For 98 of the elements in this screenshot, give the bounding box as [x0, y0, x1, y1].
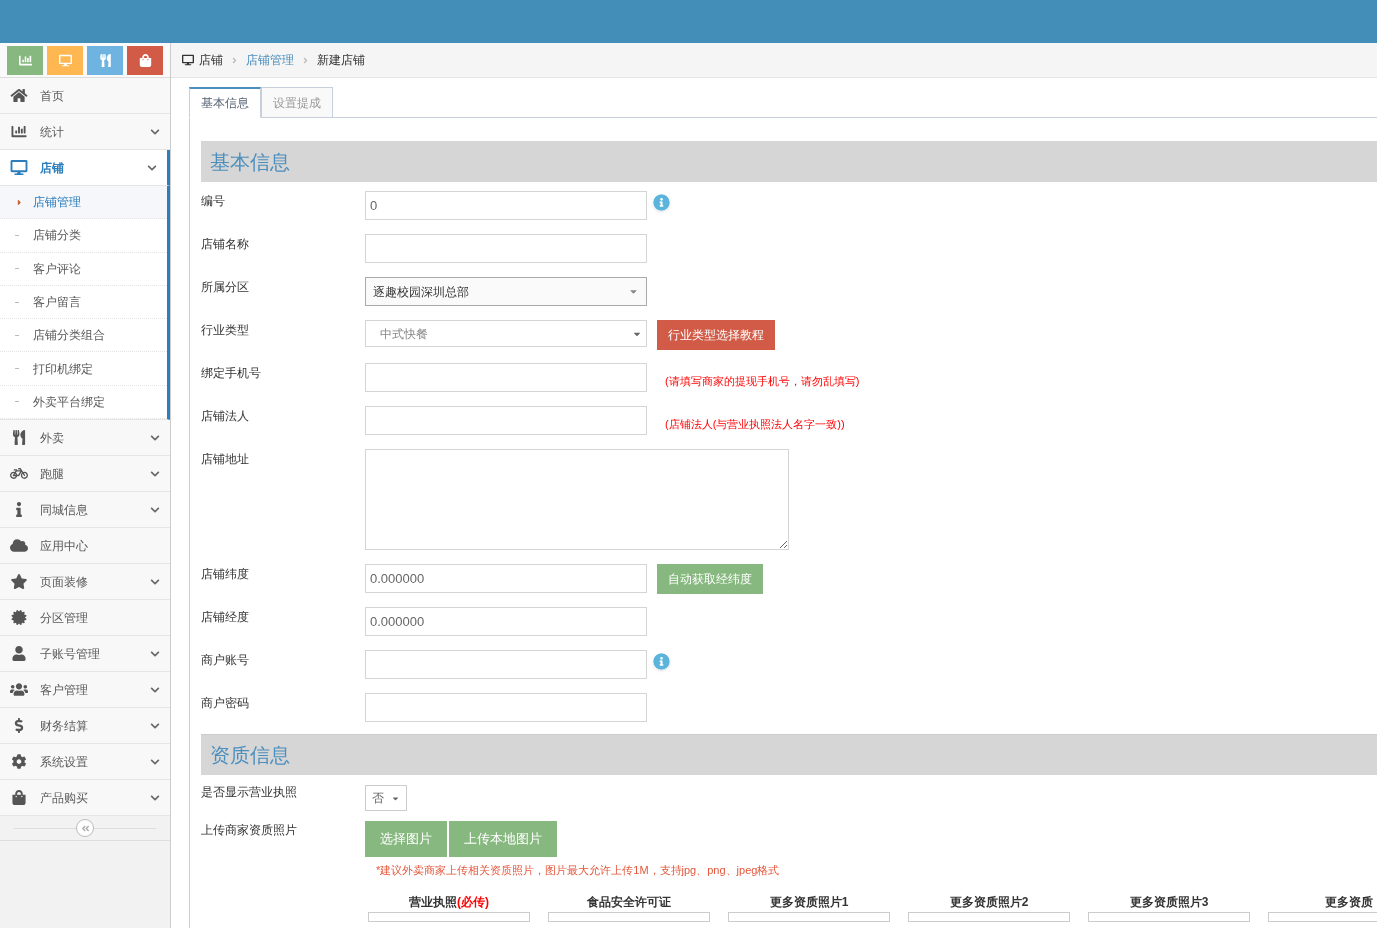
field-label: 店铺法人 — [201, 408, 250, 425]
chevron-icon — [147, 162, 157, 173]
submenu-item[interactable]: 打印机绑定 — [0, 352, 167, 386]
photo-label: 营业执照(必传) — [409, 893, 489, 911]
text-input[interactable] — [365, 693, 647, 722]
chevron-icon — [150, 126, 160, 137]
field-label: 是否显示营业执照 — [201, 784, 298, 801]
field-label: 商户密码 — [201, 695, 250, 712]
user-icon — [10, 646, 28, 662]
photo-label: 更多资质照片3 — [1129, 893, 1209, 911]
upload-note: *建议外卖商家上传相关资质照片，图片最大允许上传1M，支持jpg、png、jpeg格式 — [376, 863, 780, 878]
users-icon — [10, 682, 28, 698]
nav-item[interactable]: 系统设置 — [0, 744, 170, 781]
submenu-item[interactable]: 店铺分类 — [0, 219, 167, 253]
collapse-sidebar-button[interactable] — [76, 819, 94, 838]
bag-shortcut-button[interactable] — [127, 45, 163, 75]
chevron-icon — [150, 756, 160, 767]
chevron-icon — [150, 792, 160, 803]
hint-text: (请填写商家的提现手机号，请勿乱填写) — [665, 374, 860, 389]
bag-icon — [10, 790, 28, 806]
hint-text: (店铺法人(与营业执照法人名字一致)) — [665, 417, 845, 432]
double-chevron-icon — [80, 823, 90, 833]
photo-label: 更多资质照片1 — [769, 893, 849, 911]
select-field[interactable]: 中式快餐 — [365, 320, 647, 347]
monitor-icon — [58, 53, 72, 67]
star-icon — [10, 574, 28, 590]
field-label: 店铺名称 — [201, 236, 250, 253]
field-label: 店铺经度 — [201, 609, 250, 626]
text-input[interactable] — [365, 650, 647, 679]
nav-item[interactable]: 外卖 — [0, 420, 170, 457]
breadcrumb-text: 店铺 — [199, 52, 223, 69]
nav-item[interactable]: 店铺 — [0, 150, 170, 186]
monitor-icon — [10, 160, 28, 175]
monitor-icon — [182, 54, 194, 66]
section-heading: 资质信息 — [201, 734, 1377, 775]
badge-icon — [10, 610, 28, 626]
field-label: 店铺纬度 — [201, 566, 250, 583]
field-label: 行业类型 — [201, 322, 250, 339]
text-input[interactable]: 0.000000 — [365, 564, 647, 593]
chart-shortcut-button[interactable] — [7, 45, 43, 75]
nav-item[interactable]: 页面装修 — [0, 564, 170, 601]
chevron-icon — [150, 648, 160, 659]
submenu-item[interactable]: 店铺管理 — [0, 186, 167, 220]
nav-item[interactable]: 子账号管理 — [0, 636, 170, 673]
submenu-item[interactable]: 客户留言 — [0, 285, 167, 320]
action-button[interactable]: 行业类型选择教程 — [657, 320, 775, 350]
nav-item[interactable]: 应用中心 — [0, 528, 170, 565]
nav-item[interactable]: 统计 — [0, 114, 170, 150]
field-label: 编号 — [201, 193, 226, 210]
nav-item[interactable]: 同城信息 — [0, 492, 170, 529]
select-field[interactable]: 逐趣校园深圳总部 — [365, 277, 647, 306]
submenu-item[interactable]: 店铺分类组合 — [0, 319, 167, 353]
text-input[interactable] — [365, 234, 647, 263]
address-textarea[interactable] — [365, 449, 789, 550]
bicycle-icon — [10, 466, 28, 482]
select-field[interactable]: 否 — [365, 785, 407, 811]
cloud-icon — [10, 538, 28, 554]
text-input[interactable] — [365, 363, 647, 392]
chevron-icon — [150, 468, 160, 479]
field-label: 所属分区 — [201, 279, 250, 296]
section-heading: 基本信息 — [201, 141, 1377, 182]
settings-icon — [10, 754, 28, 770]
bar-chart-icon — [18, 53, 32, 67]
photo-label: 食品安全许可证 — [587, 893, 671, 911]
bag-icon — [138, 53, 152, 67]
tab[interactable]: 基本信息 — [189, 87, 261, 118]
nav-item[interactable]: 首页 — [0, 78, 170, 114]
chevron-icon — [150, 576, 160, 587]
photo-label: 更多资质照片2 — [949, 893, 1029, 911]
chevron-icon — [150, 432, 160, 443]
breadcrumb-text: 新建店铺 — [317, 52, 365, 69]
fork-knife-icon — [10, 430, 28, 446]
fork-knife-shortcut-button[interactable] — [87, 45, 123, 75]
nav-item[interactable]: 跑腿 — [0, 456, 170, 493]
nav-item[interactable]: 分区管理 — [0, 600, 170, 637]
bar-chart-icon — [10, 124, 28, 139]
nav-item[interactable]: 客户管理 — [0, 672, 170, 709]
separator-icon — [230, 55, 239, 65]
field-label: 商户账号 — [201, 652, 250, 669]
submenu-item[interactable]: 外卖平台绑定 — [0, 385, 167, 420]
monitor-shortcut-button[interactable] — [47, 45, 83, 75]
photo-label: 更多资质 — [1325, 893, 1373, 911]
nav-item[interactable]: 产品购买 — [0, 780, 170, 817]
chevron-icon — [150, 504, 160, 515]
field-label: 绑定手机号 — [201, 365, 262, 382]
text-input[interactable]: 0 — [365, 191, 647, 220]
home-icon — [10, 88, 28, 103]
nav-item[interactable]: 财务结算 — [0, 708, 170, 745]
field-label: 店铺地址 — [201, 451, 250, 468]
fork-knife-icon — [98, 53, 112, 67]
text-input[interactable]: 0.000000 — [365, 607, 647, 636]
caret-icon — [15, 197, 24, 207]
chevron-icon — [150, 720, 160, 731]
submenu-item[interactable]: 客户评论 — [0, 252, 167, 286]
chevron-icon — [150, 684, 160, 695]
text-input[interactable] — [365, 406, 647, 435]
separator-icon — [301, 55, 310, 65]
field-label: 上传商家资质照片 — [201, 822, 298, 839]
